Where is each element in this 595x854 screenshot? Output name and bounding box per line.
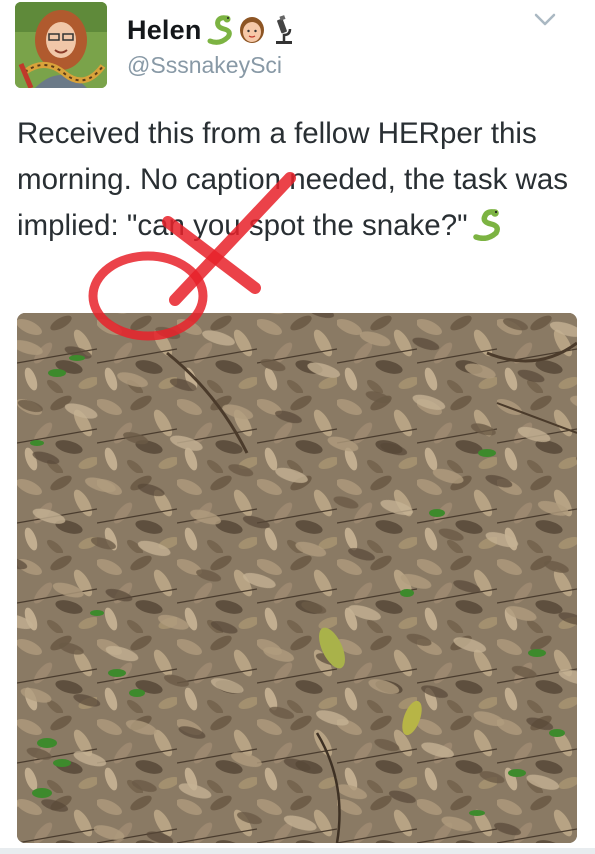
- bottom-divider: [0, 848, 595, 854]
- avatar[interactable]: [15, 2, 107, 88]
- tweet-card: Helen @SssnakeySci Received this from a …: [0, 0, 595, 854]
- microscope-emoji: [270, 15, 298, 45]
- tweet-photo[interactable]: [17, 313, 577, 843]
- chevron-down-icon[interactable]: [532, 10, 558, 30]
- avatar-image: [15, 2, 107, 88]
- tweet-text: Received this from a fellow HERper this …: [17, 111, 577, 249]
- leaf-litter-photo: [17, 313, 577, 843]
- display-name-row: Helen: [127, 10, 298, 50]
- snake-emoji: [472, 209, 502, 242]
- snake-emoji: [206, 15, 234, 45]
- author-handle[interactable]: @SssnakeySci: [127, 52, 282, 79]
- display-name[interactable]: Helen: [127, 15, 202, 46]
- woman-face-emoji: [238, 15, 266, 45]
